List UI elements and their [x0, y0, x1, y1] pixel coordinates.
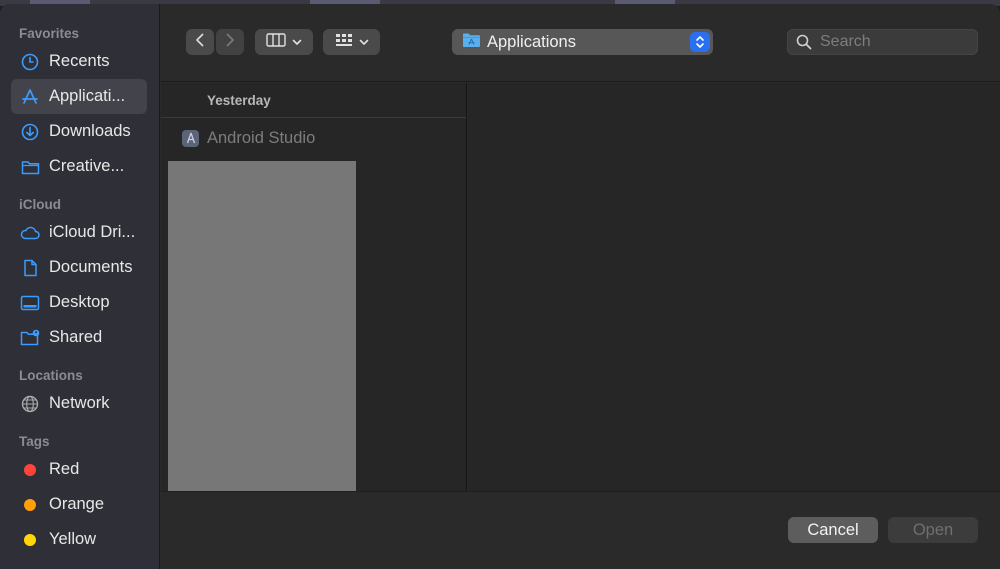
sidebar-item-documents[interactable]: Documents: [11, 250, 147, 285]
tag-dot-icon: [20, 460, 40, 480]
globe-icon: [20, 394, 40, 414]
list-item[interactable]: Android Studio: [161, 118, 466, 158]
sidebar-item-label: Documents: [49, 258, 133, 276]
desktop-icon: [20, 293, 40, 313]
sidebar-item-shared[interactable]: Shared: [11, 320, 147, 355]
search-field[interactable]: [787, 29, 978, 55]
shared-folder-icon: [20, 328, 40, 348]
sidebar-item-label: Applicati...: [49, 87, 126, 105]
location-label: Applications: [487, 32, 576, 51]
tag-dot-icon: [20, 530, 40, 550]
sidebar-item-label: iCloud Dri...: [49, 223, 136, 241]
sidebar-section-icloud: iCloud: [19, 197, 61, 212]
sidebar-item-tag-yellow[interactable]: Yellow: [11, 522, 147, 557]
sidebar-item-applications[interactable]: Applicati...: [11, 79, 147, 114]
sidebar-item-label: Recents: [49, 52, 110, 70]
group-header: Yesterday: [161, 83, 466, 118]
sidebar-section-favorites: Favorites: [19, 26, 80, 41]
sidebar-item-tag-red[interactable]: Red: [11, 452, 147, 487]
sidebar-item-recents[interactable]: Recents: [11, 44, 147, 79]
location-popup[interactable]: Applications: [452, 29, 713, 55]
sidebar-item-label: Yellow: [49, 530, 97, 548]
folder-icon: [20, 157, 40, 177]
sidebar-item-label: Desktop: [49, 293, 110, 311]
sidebar-item-downloads[interactable]: Downloads: [11, 114, 147, 149]
clock-icon: [20, 52, 40, 72]
sidebar-item-network[interactable]: Network: [11, 386, 147, 421]
browser-column-2[interactable]: [468, 83, 1000, 491]
sidebar-item-label: Orange: [49, 495, 105, 513]
sidebar: Favorites Recents Applicati... Downloads…: [0, 4, 160, 569]
sidebar-item-label: Network: [49, 394, 110, 412]
cloud-icon: [20, 223, 40, 243]
chevron-left-icon: [195, 33, 205, 52]
download-icon: [20, 122, 40, 142]
file-name: Android Studio: [207, 128, 316, 147]
document-icon: [20, 258, 40, 278]
sidebar-item-tag-orange[interactable]: Orange: [11, 487, 147, 522]
redacted-region: [168, 161, 356, 491]
sidebar-item-label: Red: [49, 460, 80, 478]
search-input[interactable]: [820, 33, 970, 51]
forward-button[interactable]: [216, 29, 244, 55]
group-by-button[interactable]: [323, 29, 380, 55]
sidebar-item-label: Downloads: [49, 122, 131, 140]
sidebar-item-icloud-drive[interactable]: iCloud Dri...: [11, 215, 147, 250]
applications-folder-icon: [462, 32, 481, 53]
open-button[interactable]: Open: [888, 517, 978, 543]
dialog-footer: Cancel Open: [161, 491, 1000, 569]
search-icon: [796, 34, 812, 50]
sidebar-item-label: Creative...: [49, 157, 125, 175]
browser-column-1[interactable]: Yesterday Android Studio: [161, 83, 467, 491]
toolbar: Applications: [161, 4, 1000, 82]
popup-stepper-icon: [690, 32, 710, 52]
back-button[interactable]: [186, 29, 214, 55]
sidebar-section-tags: Tags: [19, 434, 50, 449]
view-columns-button[interactable]: [255, 29, 313, 55]
chevron-down-icon: [292, 33, 302, 51]
sidebar-item-label: Shared: [49, 328, 103, 346]
columns-icon: [266, 32, 286, 52]
sidebar-section-locations: Locations: [19, 368, 83, 383]
tag-dot-icon: [20, 495, 40, 515]
apps-icon: [20, 87, 40, 107]
chevron-down-icon: [359, 33, 369, 51]
open-file-dialog: Favorites Recents Applicati... Downloads…: [0, 4, 1000, 569]
grid-icon: [335, 33, 353, 52]
android-studio-app-icon: [182, 129, 199, 147]
sidebar-item-desktop[interactable]: Desktop: [11, 285, 147, 320]
cancel-button[interactable]: Cancel: [788, 517, 878, 543]
chevron-right-icon: [225, 33, 235, 52]
sidebar-item-creative[interactable]: Creative...: [11, 149, 147, 184]
